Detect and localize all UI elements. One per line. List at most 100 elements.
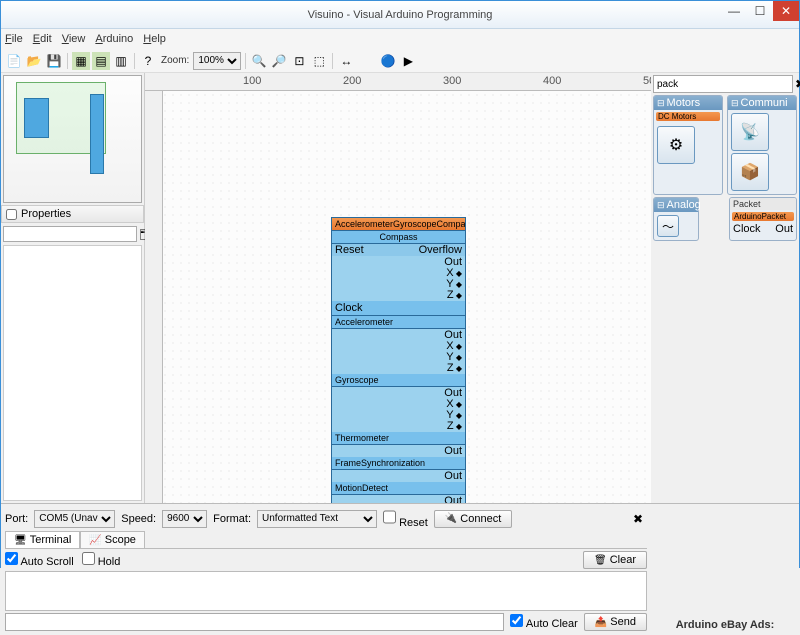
arduino-icon[interactable]: 🔵 xyxy=(379,52,397,70)
pin-z[interactable]: Z xyxy=(447,362,454,374)
upload-icon[interactable]: ▶ xyxy=(399,52,417,70)
serial-input[interactable] xyxy=(5,613,504,631)
ruler-tick: 100 xyxy=(243,75,261,87)
serial-panel: Port: COM5 (Unav Speed: 9600 Format: Unf… xyxy=(1,504,651,635)
palette-item-label: ArduinoPacket xyxy=(732,212,794,221)
node-section: FrameSynchronization xyxy=(332,457,465,470)
minimap-node xyxy=(90,94,104,174)
zoom-region-icon[interactable]: ⬚ xyxy=(310,52,328,70)
format-select[interactable]: Unformatted Text xyxy=(257,510,377,528)
view2-icon[interactable]: ▤ xyxy=(92,52,110,70)
node-accelerometer[interactable]: AccelerometerGyroscopeCompass1 Compass R… xyxy=(331,217,466,503)
palette-group-title[interactable]: ⊟ Motors xyxy=(654,96,722,110)
serial-tabs: 🖥 Terminal 📈 Scope xyxy=(5,531,647,549)
speed-select[interactable]: 9600 xyxy=(162,510,207,528)
serial-close-icon[interactable]: ✖ xyxy=(629,510,647,528)
palette-item-comm2[interactable]: 📦 xyxy=(731,153,769,191)
send-button[interactable]: 📤 Send xyxy=(584,613,647,631)
pin-z[interactable]: Z xyxy=(447,420,454,432)
palette-group-packet: Packet ArduinoPacket ClockOut xyxy=(729,197,797,241)
ads-panel: Arduino eBay Ads: xyxy=(651,504,799,635)
node-section: Compass xyxy=(332,231,465,244)
canvas-area: 100 200 300 400 500 AccelerometerGyrosco… xyxy=(145,73,651,503)
tab-scope[interactable]: 📈 Scope xyxy=(80,531,145,548)
menu-arduino[interactable]: Arduino xyxy=(95,33,133,45)
menu-file[interactable]: File xyxy=(5,33,23,45)
properties-toolbar: 🗂 📋 📑 ✖ xyxy=(1,223,144,245)
titlebar: Visuino - Visual Arduino Programming — ☐… xyxy=(1,1,799,29)
pin-reset[interactable]: Reset xyxy=(335,244,364,256)
new-icon[interactable]: 📄 xyxy=(5,52,23,70)
properties-toggle[interactable] xyxy=(6,209,17,220)
properties-body xyxy=(3,245,142,501)
ads-label: Arduino eBay Ads: xyxy=(676,619,775,631)
palette-group-title[interactable]: Packet xyxy=(730,198,796,210)
canvas[interactable]: AccelerometerGyroscopeCompass1 Compass R… xyxy=(145,91,651,503)
auto-scroll-checkbox[interactable]: Auto Scroll xyxy=(5,552,74,568)
minimap[interactable] xyxy=(3,75,142,203)
node-section: Accelerometer xyxy=(332,316,465,329)
node-section: Clock xyxy=(332,301,465,316)
palette-item-comm1[interactable]: 📡 xyxy=(731,113,769,151)
properties-label: Properties xyxy=(21,208,71,220)
close-button[interactable]: ✕ xyxy=(773,1,799,21)
serial-send-row: Auto Clear 📤 Send xyxy=(5,613,647,631)
palette-item-motor[interactable]: ⚙ xyxy=(657,126,695,164)
tab-terminal[interactable]: 🖥 Terminal xyxy=(5,531,80,548)
help-icon[interactable]: ? xyxy=(139,52,157,70)
palette-item-analog[interactable]: ～ xyxy=(657,215,679,237)
palette-group-analog: ⊟ Analog ～ xyxy=(653,197,699,241)
hold-checkbox[interactable]: Hold xyxy=(82,552,121,568)
palette-search-row: ✖ 👤 📦 ⚙ xyxy=(653,75,797,93)
pin-z[interactable]: Z xyxy=(447,289,454,301)
main: Properties 🗂 📋 📑 ✖ 100 200 300 400 500 A… xyxy=(1,73,799,503)
ruler-vertical xyxy=(145,91,163,503)
pin-out[interactable]: Out xyxy=(444,445,462,457)
ruler-tick: 300 xyxy=(443,75,461,87)
separator xyxy=(245,53,246,69)
properties-header: Properties xyxy=(1,205,144,223)
separator xyxy=(134,53,135,69)
serial-options: Auto Scroll Hold 🗑 Clear xyxy=(5,551,647,569)
palette-search-input[interactable] xyxy=(653,75,793,93)
zoom-select[interactable]: 100% xyxy=(193,52,241,70)
menubar: File Edit View Arduino Help xyxy=(1,29,799,49)
view1-icon[interactable]: ▦ xyxy=(72,52,90,70)
menu-help[interactable]: Help xyxy=(143,33,166,45)
auto-clear-checkbox[interactable]: Auto Clear xyxy=(510,614,577,630)
port-select[interactable]: COM5 (Unav xyxy=(34,510,115,528)
palette-group-title[interactable]: ⊟ Communi xyxy=(728,96,796,110)
window-title: Visuino - Visual Arduino Programming xyxy=(308,9,493,21)
save-icon[interactable]: 💾 xyxy=(45,52,63,70)
separator xyxy=(332,53,333,69)
format-label: Format: xyxy=(213,513,251,525)
ruler-horizontal: 100 200 300 400 500 xyxy=(145,73,651,91)
pin-out[interactable]: Out xyxy=(444,495,462,503)
clear-button[interactable]: 🗑 Clear xyxy=(583,551,647,569)
node-title: AccelerometerGyroscopeCompass1 xyxy=(332,218,465,231)
view3-icon[interactable]: ▥ xyxy=(112,52,130,70)
open-icon[interactable]: 📂 xyxy=(25,52,43,70)
pin-overflow[interactable]: Overflow xyxy=(419,244,462,256)
palette-group-motors: ⊟ Motors DC Motors ⚙ xyxy=(653,95,723,195)
menu-view[interactable]: View xyxy=(62,33,86,45)
minimap-node xyxy=(24,98,49,138)
menu-edit[interactable]: Edit xyxy=(33,33,52,45)
zoom-fit-icon[interactable]: ⊡ xyxy=(290,52,308,70)
zoom-in-icon[interactable]: 🔍 xyxy=(250,52,268,70)
arrange-icon[interactable]: ↔ xyxy=(337,52,355,70)
connect-button[interactable]: 🔌 Connect xyxy=(434,510,512,528)
search-clear-icon[interactable]: ✖ xyxy=(795,75,800,93)
palette-group-title[interactable]: ⊟ Analog xyxy=(654,198,698,212)
maximize-button[interactable]: ☐ xyxy=(747,1,773,21)
separator xyxy=(67,53,68,69)
palette-subcategory: DC Motors xyxy=(656,112,720,121)
reset-checkbox[interactable]: Reset xyxy=(383,508,428,529)
zoom-out-icon[interactable]: 🔎 xyxy=(270,52,288,70)
pin-out[interactable]: Out xyxy=(444,470,462,482)
ruler-tick: 200 xyxy=(343,75,361,87)
window-buttons: — ☐ ✕ xyxy=(721,1,799,21)
minimize-button[interactable]: — xyxy=(721,1,747,21)
serial-output[interactable] xyxy=(5,571,647,611)
properties-filter-input[interactable] xyxy=(3,226,137,242)
